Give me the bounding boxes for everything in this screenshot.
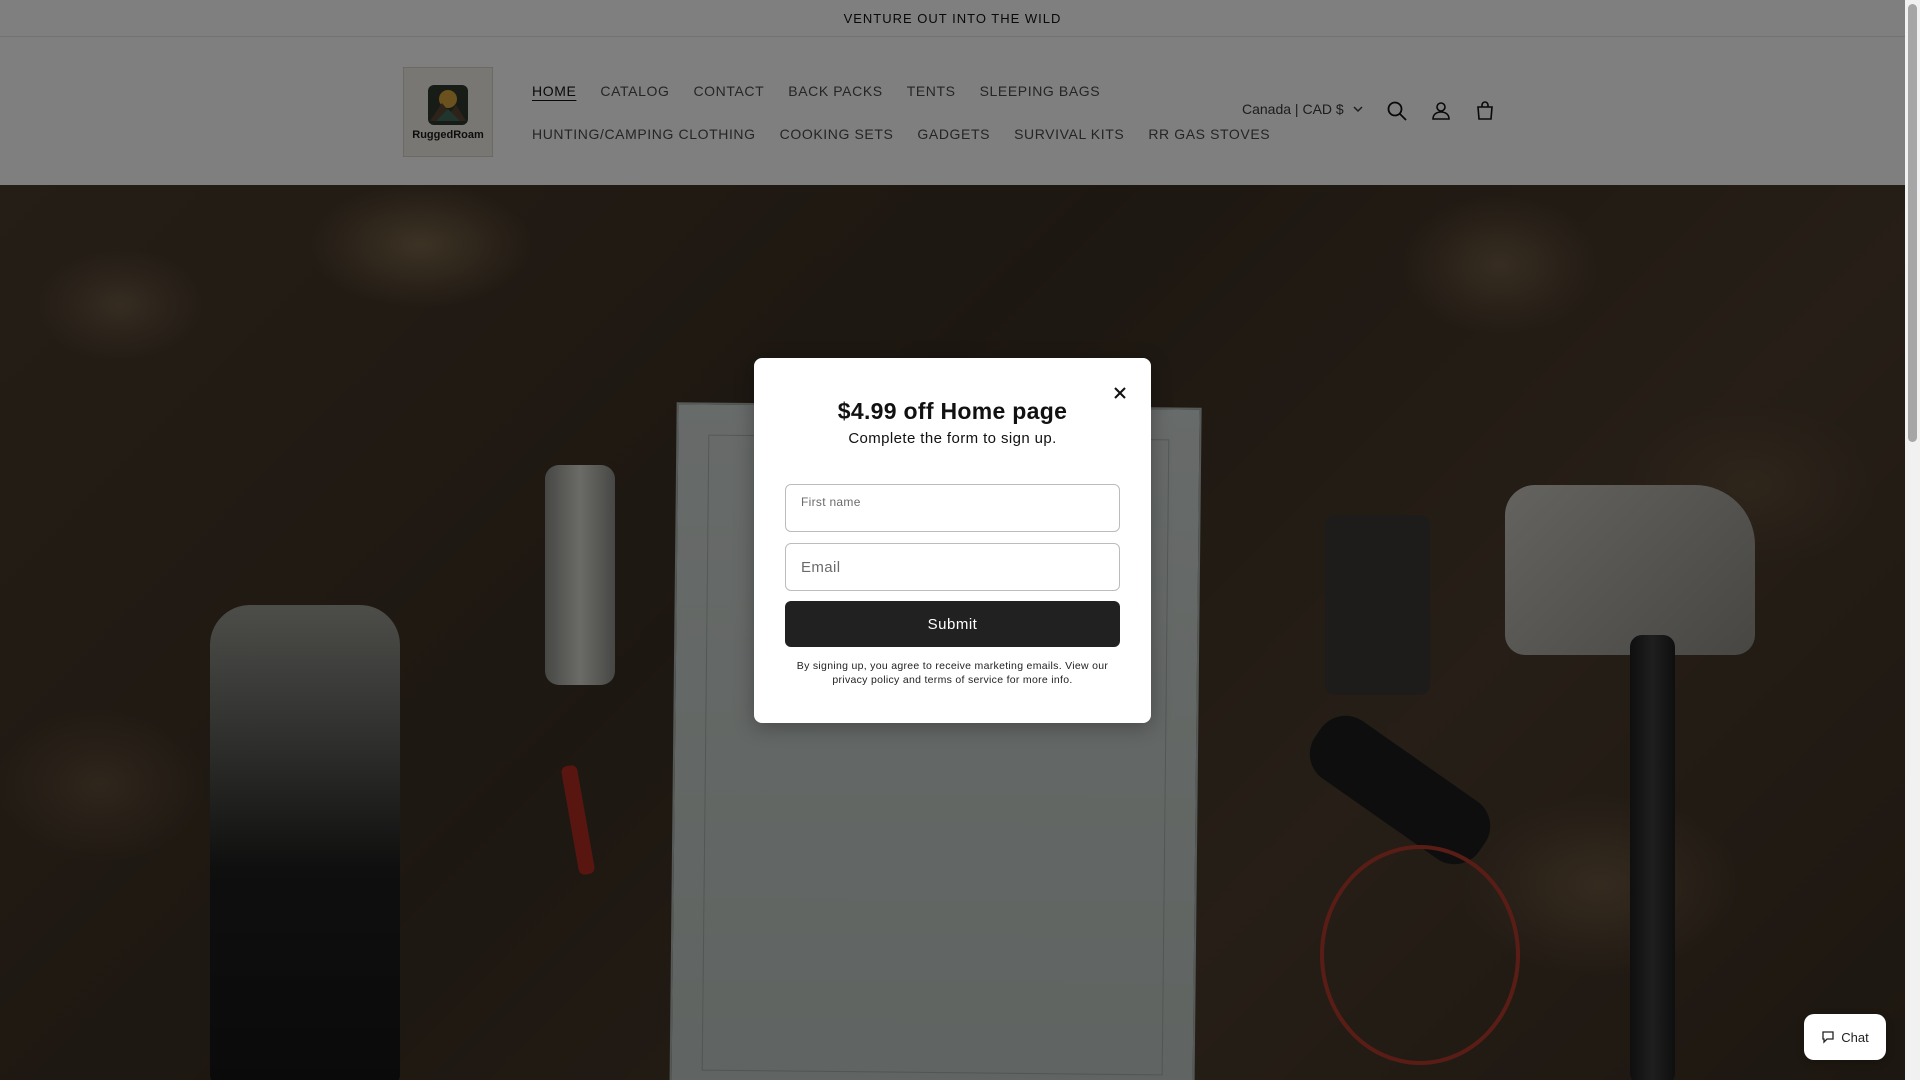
submit-button[interactable]: Submit bbox=[785, 601, 1120, 647]
first-name-field[interactable]: First name bbox=[785, 484, 1120, 532]
popup-subtitle: Complete the form to sign up. bbox=[848, 430, 1057, 447]
first-name-label: First name bbox=[801, 495, 861, 509]
email-placeholder: Email bbox=[801, 558, 841, 576]
popup-title: $4.99 off Home page bbox=[837, 398, 1068, 424]
chat-label: Chat bbox=[1841, 1029, 1869, 1045]
email-field[interactable]: Email bbox=[785, 543, 1120, 591]
page-scrollbar[interactable] bbox=[1905, 0, 1920, 1080]
chat-bubble-icon bbox=[1822, 1031, 1834, 1044]
chat-button[interactable]: Chat bbox=[1804, 1014, 1886, 1060]
scrollbar-thumb[interactable] bbox=[1908, 4, 1917, 442]
signup-popup: $4.99 off Home page Complete the form to… bbox=[754, 358, 1151, 723]
popup-disclaimer: By signing up, you agree to receive mark… bbox=[796, 660, 1109, 686]
